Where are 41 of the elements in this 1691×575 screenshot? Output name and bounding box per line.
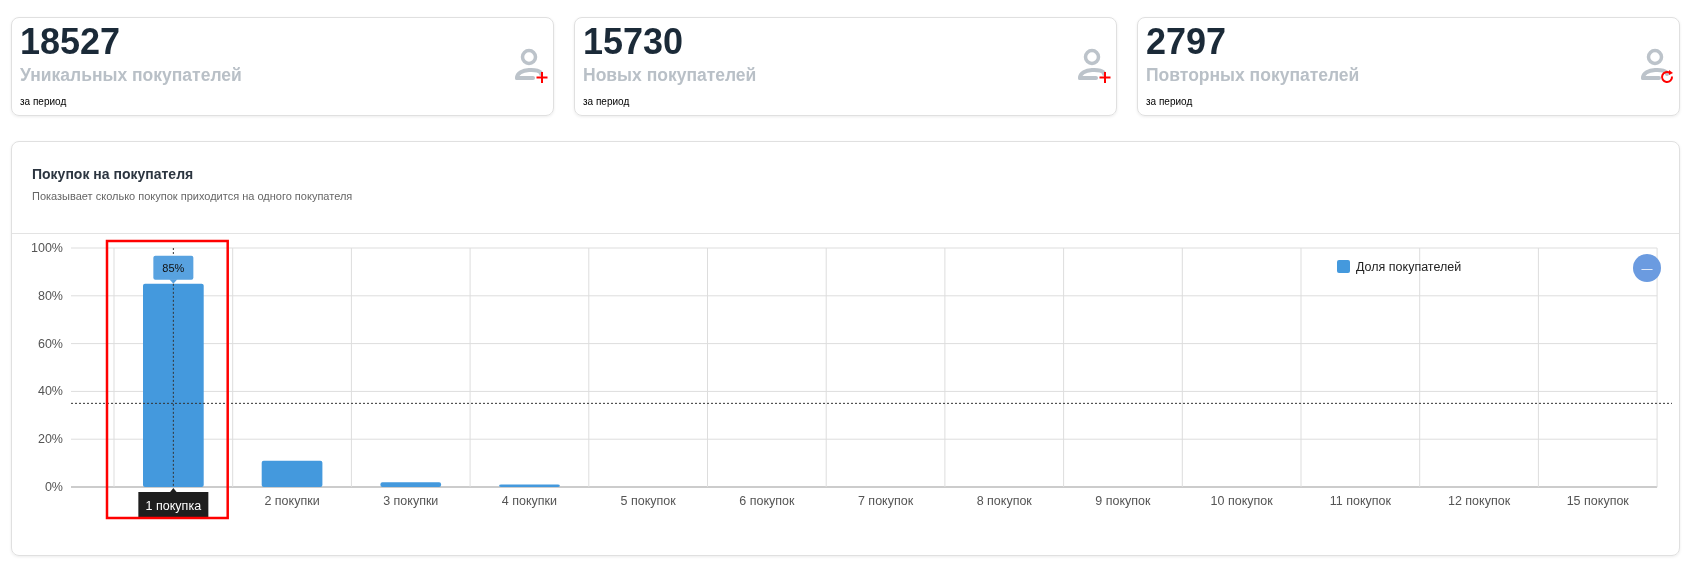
user-refresh-icon: [1641, 46, 1675, 84]
stat-value: 2797: [1146, 22, 1227, 62]
stat-value: 15730: [583, 22, 684, 62]
x-tick-label: 11 покупок: [1329, 494, 1391, 508]
legend-swatch: [1337, 260, 1350, 273]
bar: [380, 482, 442, 487]
y-tick-label: 60%: [37, 336, 63, 351]
chart-title: Покупок на покупателя: [32, 165, 194, 184]
value-callout: 85%: [153, 255, 194, 284]
x-tick-label: 10 покупок: [1210, 494, 1273, 508]
x-tick-label: 9 покупок: [1095, 494, 1151, 508]
x-tick-label: 3 покупки: [383, 494, 439, 508]
y-tick-label: 100%: [31, 241, 63, 255]
x-tick-label: 4 покупки: [501, 494, 558, 508]
axis-tooltip: 1 покупка: [138, 488, 209, 519]
stat-value: 18527: [20, 22, 121, 62]
user-add-icon: [515, 46, 549, 84]
x-tick-label: 1 покупка: [145, 499, 202, 513]
bar: [261, 460, 323, 487]
x-tick-label: 5 покупок: [620, 494, 676, 508]
x-tick-label: 8 покупок: [976, 494, 1032, 508]
stat-label: Новых покупателей: [583, 64, 757, 86]
stat-label: Повторных покупателей: [1146, 64, 1360, 86]
x-tick-label: 6 покупок: [739, 494, 795, 508]
user-add-icon: [1078, 46, 1112, 84]
period-caption: за период: [1146, 95, 1193, 109]
period-caption: за период: [583, 95, 630, 109]
y-tick-label: 20%: [37, 432, 63, 447]
y-tick-label: 80%: [37, 288, 63, 303]
legend-label: Доля покупателей: [1356, 260, 1462, 274]
collapse-button[interactable]: —: [1633, 254, 1661, 282]
x-tick-label: 2 покупки: [264, 494, 320, 508]
stat-label: Уникальных покупателей: [20, 64, 242, 86]
x-tick-label: 15 покупок: [1566, 494, 1629, 508]
y-tick-label: 0%: [44, 480, 63, 494]
x-tick-label: 7 покупок: [857, 494, 914, 508]
y-tick-label: 40%: [37, 384, 63, 399]
chart-subtitle: Показывает сколько покупок приходится на одного покупателя: [32, 189, 353, 204]
bar: [499, 484, 560, 487]
period-caption: за период: [20, 95, 67, 109]
x-tick-label: 12 покупок: [1447, 494, 1511, 508]
